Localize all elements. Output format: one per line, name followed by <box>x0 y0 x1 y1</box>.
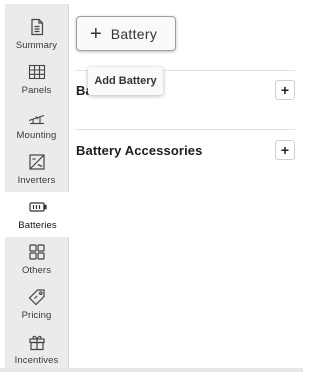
sidebar-item-label: Inverters <box>17 175 56 186</box>
gift-icon <box>27 332 47 352</box>
main-content: + Battery Add Battery Batteries + Batter… <box>70 0 303 372</box>
add-batteries-button[interactable]: + <box>275 80 295 100</box>
sidebar-item-label: Batteries <box>18 220 57 231</box>
sidebar-item-panels[interactable]: Panels <box>5 57 68 102</box>
sidebar-item-label: Others <box>21 265 52 276</box>
battery-icon <box>28 197 48 217</box>
grid-icon <box>27 242 47 262</box>
sidebar-item-inverters[interactable]: Inverters <box>5 147 68 192</box>
sidebar-item-label: Incentives <box>14 355 59 366</box>
mounting-icon <box>27 107 47 127</box>
plus-icon: + <box>90 22 102 45</box>
bottom-border <box>0 368 303 372</box>
sidebar-item-summary[interactable]: Summary <box>5 12 68 57</box>
sidebar-item-label: Mounting <box>16 130 57 141</box>
sidebar-item-label: Pricing <box>21 310 52 321</box>
sidebar-item-label: Panels <box>21 85 52 96</box>
document-icon <box>27 17 47 37</box>
section-divider <box>75 129 295 130</box>
add-battery-tooltip: Add Battery <box>88 67 163 95</box>
sidebar-item-incentives[interactable]: Incentives <box>5 327 68 372</box>
sidebar-item-batteries[interactable]: Batteries <box>5 192 70 237</box>
sidebar-item-mounting[interactable]: Mounting <box>5 102 68 147</box>
add-battery-button-label: Battery <box>110 25 158 42</box>
add-battery-button[interactable]: + Battery <box>76 16 176 51</box>
sidebar-item-others[interactable]: Others <box>5 237 68 282</box>
sidebar-item-pricing[interactable]: Pricing <box>5 282 68 327</box>
price-tag-icon <box>27 287 47 307</box>
add-battery-accessories-button[interactable]: + <box>275 140 295 160</box>
sidebar-nav: Summary Panels Mounting Inverters Batter… <box>5 4 70 368</box>
sidebar-item-label: Summary <box>15 40 58 51</box>
inverter-icon <box>27 152 47 172</box>
solar-panel-icon <box>27 62 47 82</box>
battery-accessories-section-title: Battery Accessories <box>76 143 203 158</box>
